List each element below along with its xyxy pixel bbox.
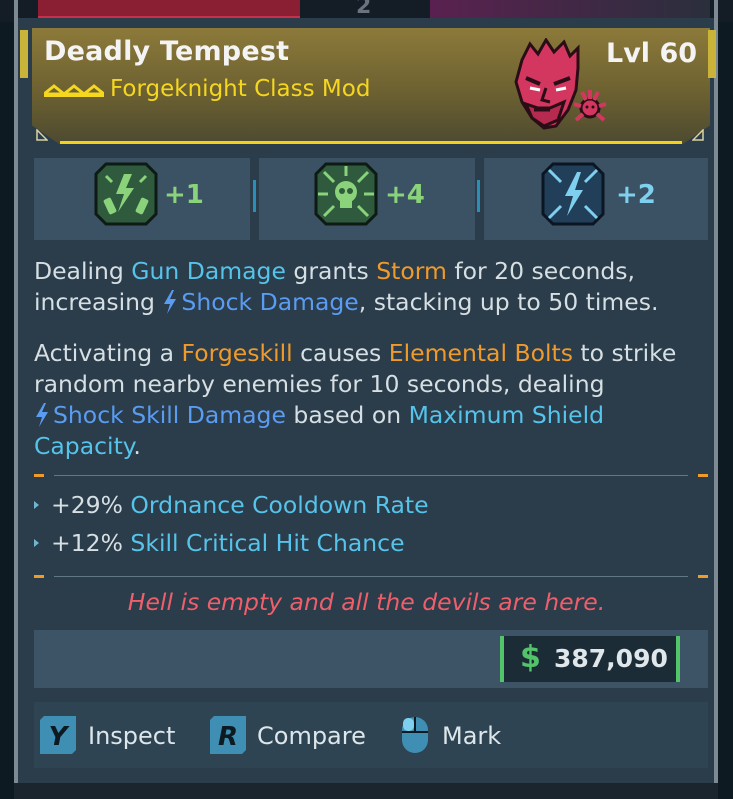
skill-bonus-2: +4 <box>385 180 425 210</box>
description-line: Capacity. <box>34 432 141 460</box>
separator-dash <box>698 575 708 578</box>
description-line: Dealing Gun Damage grants Storm for 20 s… <box>34 257 636 285</box>
keyword-capacity[interactable]: Capacity <box>34 432 133 460</box>
svg-text:R: R <box>218 722 238 752</box>
background-tab-number: 2 <box>356 0 372 19</box>
corner-marker-icon <box>692 129 704 141</box>
y-key-icon[interactable]: Y <box>40 716 76 754</box>
card-frame-right <box>714 0 718 799</box>
header-rail-right <box>708 30 716 78</box>
currency-icon: $ <box>520 640 541 675</box>
header-rail-left <box>20 30 28 78</box>
svg-text:Y: Y <box>49 722 71 752</box>
card-frame-bottom <box>14 783 718 799</box>
skull-blast-icon <box>314 162 378 226</box>
separator-line <box>54 475 688 476</box>
lightning-cross-icon <box>541 162 605 226</box>
skill-bonus-1: +1 <box>164 180 204 210</box>
skill-bonus-3: +2 <box>616 180 656 210</box>
bullet-arrow-icon <box>34 501 39 509</box>
rarity-chevrons-icon <box>44 84 104 97</box>
skill-divider <box>253 180 256 212</box>
item-name: Deadly Tempest <box>44 36 290 67</box>
description-line: random nearby enemies for 10 seconds, de… <box>34 370 605 398</box>
mouse-button-icon[interactable] <box>400 716 430 754</box>
mark-button[interactable]: Mark <box>442 722 501 750</box>
keyword-elemental-bolts[interactable]: Elemental Bolts <box>389 339 573 367</box>
bullet-arrow-icon <box>34 539 39 547</box>
keyword-forgeskill[interactable]: Forgeskill <box>182 339 293 367</box>
description-line: Activating a Forgeskill causes Elemental… <box>34 339 677 367</box>
description-paragraph-2: Activating a Forgeskill causes Elemental… <box>34 338 714 462</box>
r-key-icon[interactable]: R <box>210 716 246 754</box>
description-paragraph-1: Dealing Gun Damage grants Storm for 20 s… <box>34 256 714 318</box>
description-line: increasing Shock Damage, stacking up to … <box>34 288 659 316</box>
keyword-maximum-shield[interactable]: Maximum Shield <box>409 401 605 429</box>
background-item-tab-2[interactable] <box>430 0 710 18</box>
description-line: Shock Skill Damage based on Maximum Shie… <box>34 400 714 431</box>
stat-row: +12% Skill Critical Hit Chance <box>34 529 405 557</box>
corner-marker-icon <box>36 129 48 141</box>
keyword-storm[interactable]: Storm <box>376 257 447 285</box>
separator-dash <box>698 474 708 477</box>
price-value: 387,090 <box>554 644 668 673</box>
inspect-button[interactable]: Inspect <box>88 722 175 750</box>
compare-button[interactable]: Compare <box>257 722 366 750</box>
item-type: Forgeknight Class Mod <box>110 76 371 102</box>
separator-line <box>54 576 688 577</box>
grenade-burst-icon <box>94 162 158 226</box>
separator-dash <box>34 474 44 477</box>
separator-dash <box>34 575 44 578</box>
rarity-underline <box>60 141 682 144</box>
shock-bolt-icon <box>36 403 48 427</box>
background-item-tab[interactable] <box>38 0 300 18</box>
stat-row: +29% Ordnance Cooldown Rate <box>34 491 429 519</box>
keyword-gun-damage[interactable]: Gun Damage <box>131 257 286 285</box>
forgeknight-portrait-icon <box>514 38 607 130</box>
keyword-shock-damage[interactable]: Shock Damage <box>181 288 358 316</box>
skill-divider <box>477 180 480 212</box>
shock-bolt-icon <box>164 290 177 314</box>
flavor-text: Hell is empty and all the devils are her… <box>127 588 606 616</box>
keyword-shock-skill-damage[interactable]: Shock Skill Damage <box>53 401 286 429</box>
